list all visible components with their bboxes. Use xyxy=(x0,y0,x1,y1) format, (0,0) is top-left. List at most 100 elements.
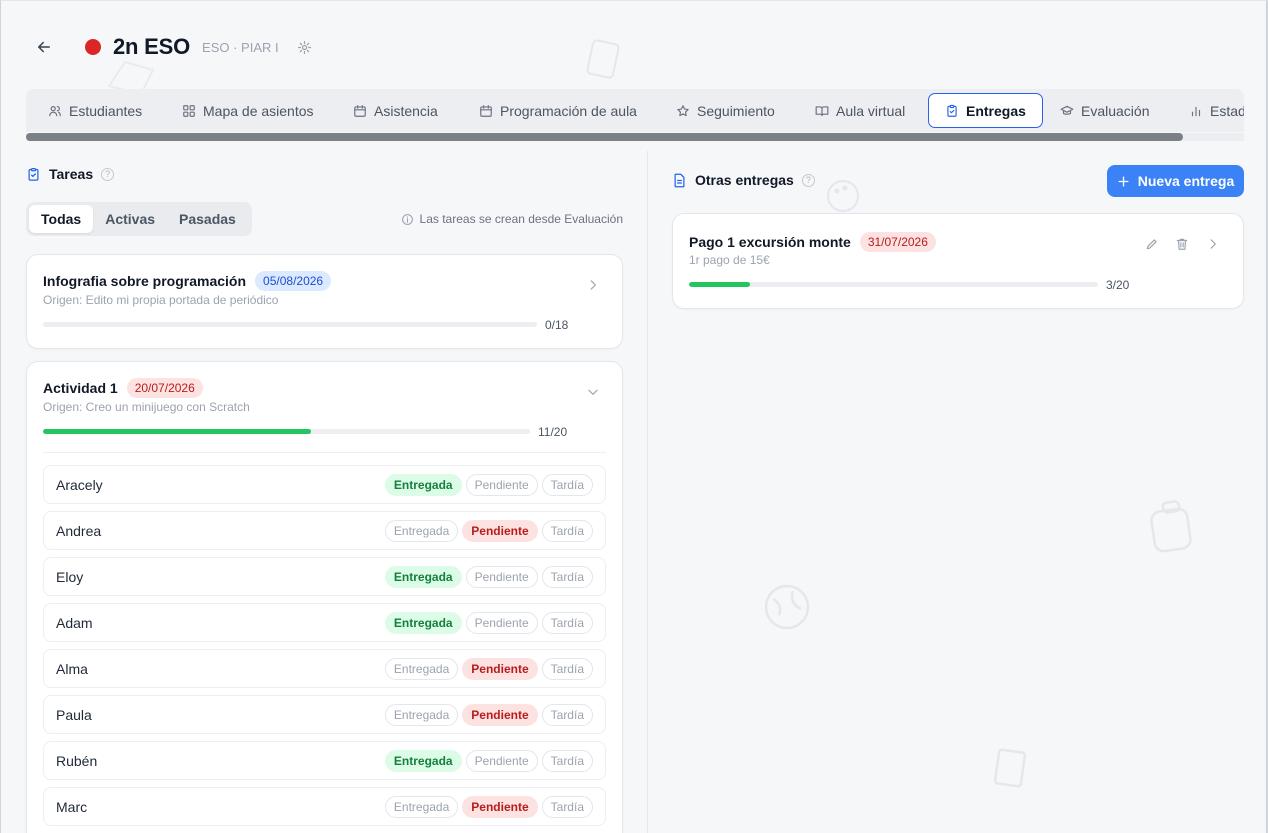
tab-evaluacion[interactable]: Evaluación xyxy=(1060,93,1150,128)
status-late-button[interactable]: Tardía xyxy=(541,750,593,772)
status-pending-button[interactable]: Pendiente xyxy=(462,704,538,726)
task-progress-label: 0/18 xyxy=(545,318,569,332)
student-row: Marc Entregada Pendiente Tardía xyxy=(43,787,606,826)
tab-estadisticas[interactable]: Estad xyxy=(1189,93,1244,128)
filter-todas[interactable]: Todas xyxy=(29,205,94,233)
student-name: Rubén xyxy=(56,753,98,769)
open-button[interactable] xyxy=(1205,236,1221,252)
tab-asistencia[interactable]: Asistencia xyxy=(353,93,438,128)
status-delivered-button[interactable]: Entregada xyxy=(384,566,462,588)
star-icon xyxy=(677,104,689,116)
tab-label: Seguimiento xyxy=(697,102,775,119)
tabs-scrollbar[interactable] xyxy=(26,133,1244,141)
help-icon[interactable]: ? xyxy=(101,167,115,181)
tab-programacion-de-aula[interactable]: Programación de aula xyxy=(479,93,637,128)
status-late-button[interactable]: Tardía xyxy=(541,658,593,680)
status-toggle-group: Entregada Pendiente Tardía xyxy=(384,474,593,496)
status-pending-button[interactable]: Pendiente xyxy=(465,612,538,634)
status-late-button[interactable]: Tardía xyxy=(541,796,593,818)
status-delivered-button[interactable]: Entregada xyxy=(384,474,462,496)
student-row: Andrea Entregada Pendiente Tardía xyxy=(43,511,606,550)
status-delivered-button[interactable]: Entregada xyxy=(384,704,459,726)
tab-aula-virtual[interactable]: Aula virtual xyxy=(815,93,905,128)
status-delivered-button[interactable]: Entregada xyxy=(384,658,459,680)
back-button[interactable] xyxy=(33,36,55,58)
status-pending-button[interactable]: Pendiente xyxy=(465,566,538,588)
chevron-down-icon xyxy=(588,389,598,395)
status-late-button[interactable]: Tardía xyxy=(541,566,593,588)
settings-button[interactable] xyxy=(297,39,313,55)
status-pending-button[interactable]: Pendiente xyxy=(462,520,538,542)
task-title-row: Infografia sobre programación 05/08/2026 xyxy=(43,271,332,291)
status-toggle-group: Entregada Pendiente Tardía xyxy=(384,520,593,542)
status-toggle-group: Entregada Pendiente Tardía xyxy=(384,750,593,772)
status-toggle-group: Entregada Pendiente Tardía xyxy=(384,566,593,588)
status-pending-button[interactable]: Pendiente xyxy=(465,750,538,772)
tasks-filter: Todas Activas Pasadas xyxy=(26,202,252,236)
collapse-button[interactable] xyxy=(585,384,601,400)
chevron-right-icon xyxy=(1210,239,1216,249)
status-late-button[interactable]: Tardía xyxy=(541,474,593,496)
status-delivered-button[interactable]: Entregada xyxy=(384,520,459,542)
tab-label: Programación de aula xyxy=(500,102,637,119)
task-card[interactable]: Actividad 1 20/07/2026 Origen: Creo un m… xyxy=(26,361,623,833)
tab-bar: Estudiantes Mapa de asientos Asistencia … xyxy=(26,89,1244,141)
student-name: Adam xyxy=(56,615,93,631)
expand-button[interactable] xyxy=(585,277,601,293)
student-row: Paula Entregada Pendiente Tardía xyxy=(43,695,606,734)
new-delivery-button[interactable]: Nueva entrega xyxy=(1107,165,1244,197)
backpack-doodle-icon xyxy=(1150,500,1192,553)
student-name: Marc xyxy=(56,799,88,815)
task-title: Infografia sobre programación xyxy=(43,273,247,289)
delivery-progress-fill xyxy=(689,282,751,287)
tasks-hint: Las tareas se crean desde Evaluación xyxy=(401,212,623,226)
filter-pasadas[interactable]: Pasadas xyxy=(167,205,248,233)
help-icon[interactable]: ? xyxy=(801,173,815,187)
status-delivered-button[interactable]: Entregada xyxy=(384,796,459,818)
student-name: Alma xyxy=(56,661,88,677)
tasks-hint-text: Las tareas se crean desde Evaluación xyxy=(419,212,623,226)
status-late-button[interactable]: Tardía xyxy=(541,704,593,726)
task-progress-fill xyxy=(43,429,311,434)
tasks-heading: Tareas ? xyxy=(26,166,115,182)
tab-estudiantes[interactable]: Estudiantes xyxy=(48,93,142,128)
task-origin: Origen: Edito mi propia portada de perió… xyxy=(43,293,279,307)
student-name: Andrea xyxy=(56,523,102,539)
calculator-doodle-icon xyxy=(586,39,620,79)
status-pending-button[interactable]: Pendiente xyxy=(462,796,538,818)
document-icon xyxy=(674,173,685,187)
student-row: Rubén Entregada Pendiente Tardía xyxy=(43,741,606,780)
clipboard-check-icon xyxy=(947,104,957,117)
tab-entregas[interactable]: Entregas xyxy=(928,93,1043,128)
task-card[interactable]: Infografia sobre programación 05/08/2026… xyxy=(26,254,623,349)
status-delivered-button[interactable]: Entregada xyxy=(384,750,462,772)
plus-icon xyxy=(1118,175,1129,187)
status-toggle-group: Entregada Pendiente Tardía xyxy=(384,658,593,680)
tab-mapa-de-asientos[interactable]: Mapa de asientos xyxy=(182,93,314,128)
trash-icon xyxy=(1176,238,1188,250)
student-name: Aracely xyxy=(56,477,103,493)
status-late-button[interactable]: Tardía xyxy=(541,612,593,634)
page-header: 2n ESO ESO · PIAR I xyxy=(33,31,313,63)
task-progress-label: 11/20 xyxy=(538,425,568,439)
status-late-button[interactable]: Tardía xyxy=(541,520,593,542)
tab-label: Entregas xyxy=(966,102,1026,119)
palette-doodle-icon xyxy=(827,180,859,212)
status-pending-button[interactable]: Pendiente xyxy=(465,474,538,496)
book-closed-doodle-icon xyxy=(993,748,1027,788)
tab-seguimiento[interactable]: Seguimiento xyxy=(676,93,775,128)
calendar-icon xyxy=(480,104,492,117)
tabs-scrollbar-thumb[interactable] xyxy=(26,133,1183,141)
status-pending-button[interactable]: Pendiente xyxy=(462,658,538,680)
delete-button[interactable] xyxy=(1174,236,1190,252)
filter-activas[interactable]: Activas xyxy=(93,205,167,233)
status-delivered-button[interactable]: Entregada xyxy=(384,612,462,634)
graduation-cap-icon xyxy=(1060,105,1074,115)
edit-button[interactable] xyxy=(1144,236,1160,252)
delivery-card[interactable]: Pago 1 excursión monte 31/07/2026 1r pag… xyxy=(672,213,1244,309)
grid-icon xyxy=(183,104,195,117)
other-deliveries-title: Otras entregas xyxy=(695,172,794,188)
student-row: Aracely Entregada Pendiente Tardía xyxy=(43,465,606,504)
page-title: 2n ESO xyxy=(113,34,191,59)
student-row: Eloy Entregada Pendiente Tardía xyxy=(43,557,606,596)
